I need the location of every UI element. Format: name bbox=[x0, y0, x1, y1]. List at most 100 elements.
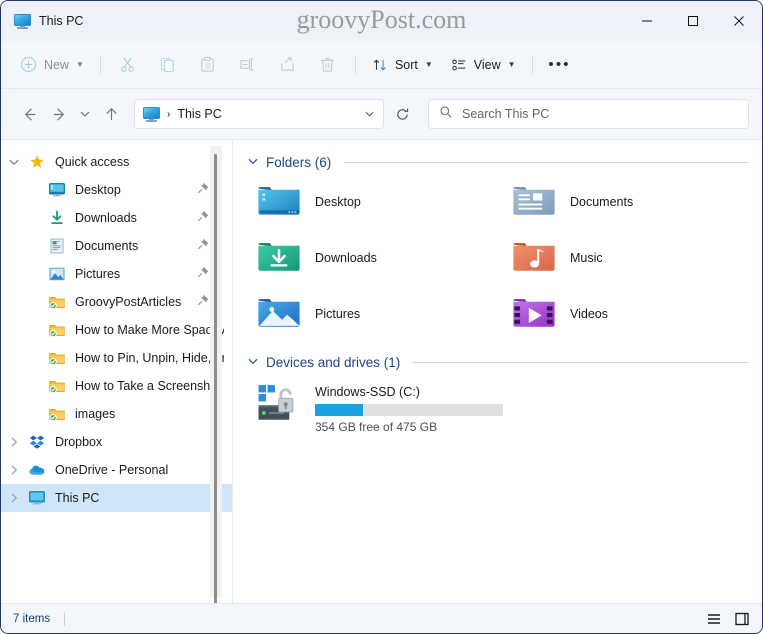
sidebar-item-label: This PC bbox=[55, 491, 100, 505]
copy-button[interactable] bbox=[148, 49, 188, 81]
folder-item-label: Videos bbox=[570, 307, 608, 321]
rename-button[interactable] bbox=[228, 49, 268, 81]
window-title: This PC bbox=[39, 14, 84, 28]
minimize-icon[interactable] bbox=[624, 1, 670, 41]
pin-icon[interactable] bbox=[197, 265, 210, 283]
sidebar-item-dropbox[interactable]: Dropbox bbox=[1, 428, 232, 456]
nav-scrollbar-thumb[interactable] bbox=[214, 154, 217, 603]
sidebar-item-onedrive-personal[interactable]: OneDrive - Personal bbox=[1, 456, 232, 484]
cut-button[interactable] bbox=[108, 49, 148, 81]
sidebar-item-how-to-pin-unpin-hide-and[interactable]: How to Pin, Unpin, Hide, and bbox=[1, 344, 232, 372]
folders-group-header[interactable]: Folders (6) bbox=[247, 150, 748, 174]
sidebar-item-groovypostarticles[interactable]: GroovyPostArticles bbox=[1, 288, 232, 316]
new-button[interactable]: New ▼ bbox=[11, 49, 93, 81]
paste-button[interactable] bbox=[188, 49, 228, 81]
title-bar: This PC groovyPost.com bbox=[1, 1, 762, 41]
devices-group-header[interactable]: Devices and drives (1) bbox=[247, 350, 748, 374]
sidebar-item-how-to-take-a-screenshot-on[interactable]: How to Take a Screenshot on bbox=[1, 372, 232, 400]
chevron-down-icon[interactable] bbox=[364, 108, 375, 121]
item-count-label: 7 items bbox=[13, 612, 51, 625]
sidebar-item-images[interactable]: images bbox=[1, 400, 232, 428]
drive-name: Windows-SSD (C:) bbox=[315, 385, 420, 399]
navigation-tree: Quick access Desktop Downloads Documents Pic… bbox=[1, 140, 232, 512]
view-button-label: View bbox=[473, 57, 501, 72]
sidebar-item-pictures[interactable]: Pictures bbox=[1, 260, 232, 288]
pin-icon[interactable] bbox=[197, 237, 210, 255]
chevron-down-icon: ▼ bbox=[76, 59, 84, 69]
folder-sync-icon bbox=[47, 322, 67, 338]
search-icon bbox=[439, 105, 453, 124]
breadcrumb-current[interactable]: This PC bbox=[177, 107, 221, 121]
content-pane: Folders (6) Desktop Documents Downloads Mus… bbox=[233, 140, 762, 603]
chevron-right-icon[interactable] bbox=[1, 436, 27, 448]
pin-icon[interactable] bbox=[197, 293, 210, 311]
star-icon bbox=[27, 154, 47, 170]
chevron-right-icon[interactable] bbox=[1, 464, 27, 476]
folder-item[interactable]: Music bbox=[512, 236, 748, 280]
share-button[interactable] bbox=[268, 49, 308, 81]
chevron-down-icon[interactable] bbox=[247, 355, 259, 370]
folder-item[interactable]: Documents bbox=[512, 180, 748, 224]
details-pane-icon[interactable] bbox=[734, 611, 750, 627]
view-icon bbox=[451, 57, 467, 73]
pictures-icon bbox=[47, 266, 67, 282]
breadcrumb-bar[interactable]: › This PC bbox=[134, 99, 384, 129]
chevron-right-icon[interactable] bbox=[1, 492, 27, 504]
pin-icon[interactable] bbox=[197, 181, 210, 199]
drives-list: Windows-SSD (C:) 354 GB free of 475 GB bbox=[247, 380, 748, 434]
folder-sync-icon bbox=[47, 378, 67, 394]
ellipsis-icon: ••• bbox=[548, 56, 571, 73]
sidebar-item-this-pc[interactable]: This PC bbox=[1, 484, 232, 512]
recent-locations-button[interactable] bbox=[74, 99, 96, 129]
close-icon[interactable] bbox=[716, 1, 762, 41]
window-controls bbox=[624, 1, 762, 41]
documents-icon bbox=[47, 238, 67, 254]
folder-item[interactable]: Pictures bbox=[257, 292, 512, 336]
sort-button[interactable]: Sort ▼ bbox=[363, 49, 442, 81]
file-explorer-window: This PC groovyPost.com New ▼ Sort ▼ View… bbox=[0, 0, 763, 634]
share-icon bbox=[281, 57, 295, 71]
folder-item[interactable]: Desktop bbox=[257, 180, 512, 224]
see-more-button[interactable]: ••• bbox=[540, 49, 580, 81]
view-button[interactable]: View ▼ bbox=[442, 49, 525, 81]
sidebar-item-how-to-make-more-space-av[interactable]: How to Make More Space Av bbox=[1, 316, 232, 344]
delete-button[interactable] bbox=[308, 49, 348, 81]
folder-documents-icon bbox=[512, 183, 556, 221]
search-input[interactable]: Search This PC bbox=[428, 99, 749, 129]
group-rule bbox=[344, 161, 748, 163]
drive-capacity-fill bbox=[315, 404, 363, 416]
chevron-down-icon: ▼ bbox=[424, 59, 433, 69]
group-rule bbox=[413, 361, 748, 363]
sidebar-item-label: Downloads bbox=[75, 211, 137, 225]
folder-item[interactable]: Videos bbox=[512, 292, 748, 336]
folder-item[interactable]: Downloads bbox=[257, 236, 512, 280]
sort-button-label: Sort bbox=[394, 57, 418, 72]
sort-icon bbox=[372, 57, 388, 73]
forward-button[interactable] bbox=[44, 99, 74, 129]
back-button[interactable] bbox=[14, 99, 44, 129]
folder-music-icon bbox=[512, 239, 556, 277]
trash-icon bbox=[321, 57, 335, 72]
chevron-down-icon[interactable] bbox=[247, 155, 259, 170]
list-view-icon[interactable] bbox=[706, 611, 722, 627]
maximize-icon[interactable] bbox=[670, 1, 716, 41]
sidebar-item-label: Dropbox bbox=[55, 435, 103, 449]
sidebar-item-quick-access[interactable]: Quick access bbox=[1, 148, 232, 176]
monitor-icon bbox=[143, 106, 160, 122]
sidebar-item-desktop[interactable]: Desktop bbox=[1, 176, 232, 204]
up-button[interactable] bbox=[96, 99, 126, 129]
pin-icon[interactable] bbox=[197, 209, 210, 227]
chevron-down-icon[interactable] bbox=[1, 156, 27, 168]
sidebar-item-label: GroovyPostArticles bbox=[75, 295, 182, 309]
toolbar-divider-3 bbox=[531, 54, 533, 75]
onedrive-icon bbox=[27, 462, 47, 478]
search-placeholder: Search This PC bbox=[462, 107, 550, 121]
sidebar-item-downloads[interactable]: Downloads bbox=[1, 204, 232, 232]
drive-capacity-bar bbox=[315, 404, 503, 416]
sidebar-item-label: Desktop bbox=[75, 183, 121, 197]
new-button-label: New bbox=[44, 57, 70, 72]
drive-item[interactable]: Windows-SSD (C:) 354 GB free of 475 GB bbox=[257, 384, 748, 434]
sidebar-item-label: How to Pin, Unpin, Hide, and bbox=[75, 351, 224, 365]
refresh-button[interactable] bbox=[386, 99, 418, 129]
sidebar-item-documents[interactable]: Documents bbox=[1, 232, 232, 260]
